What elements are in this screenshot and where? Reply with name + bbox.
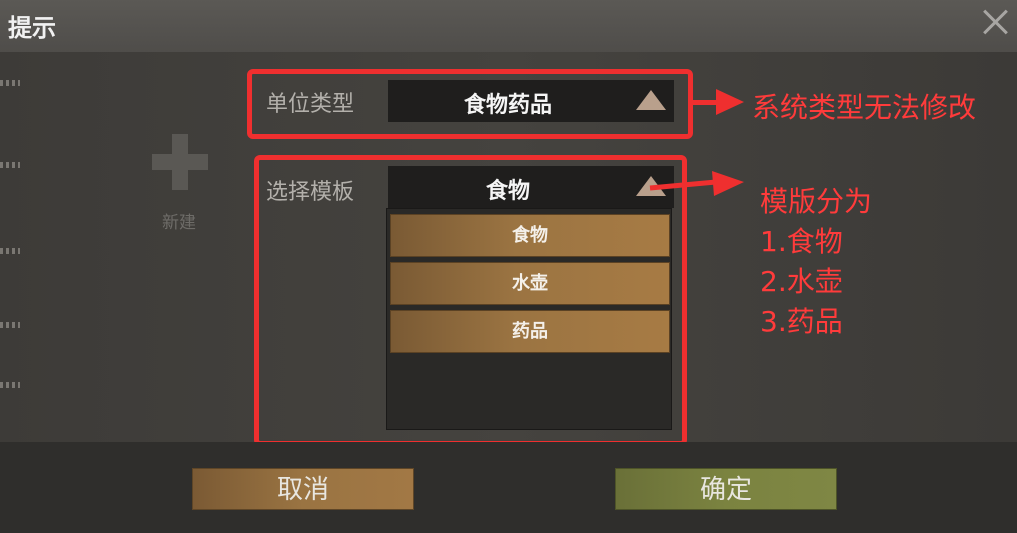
annotation-note-2-line: 模版分为 (760, 185, 873, 218)
dialog-title: 提示 (8, 14, 56, 42)
new-item-tile: 新建 (152, 134, 212, 234)
cancel-button[interactable]: 取消 (192, 468, 414, 510)
edge-marker (0, 80, 20, 86)
annotation-note-2-line: 2.水壶 (760, 265, 843, 298)
edge-marker (0, 322, 20, 328)
dialog-footer: 取消 确定 (0, 442, 1017, 533)
dialog-title-bar: 提示 (0, 0, 1017, 52)
annotation-arrow-2 (649, 171, 744, 196)
annotation-note-2-line: 3.药品 (760, 305, 843, 338)
edge-marker (0, 248, 20, 254)
close-icon[interactable] (979, 6, 1011, 38)
annotation-note-2: 模版分为 1.食物 2.水壶 3.药品 (760, 182, 872, 342)
annotation-box-unit-type (247, 69, 693, 139)
new-item-label: 新建 (162, 213, 196, 233)
edge-marker (0, 382, 20, 388)
annotation-note-2-line: 1.食物 (760, 225, 843, 258)
annotation-box-template (254, 155, 687, 446)
edge-marker (0, 162, 20, 168)
plus-icon (152, 134, 208, 190)
annotation-note-1: 系统类型无法修改 (752, 91, 977, 124)
confirm-button[interactable]: 确定 (615, 468, 837, 510)
